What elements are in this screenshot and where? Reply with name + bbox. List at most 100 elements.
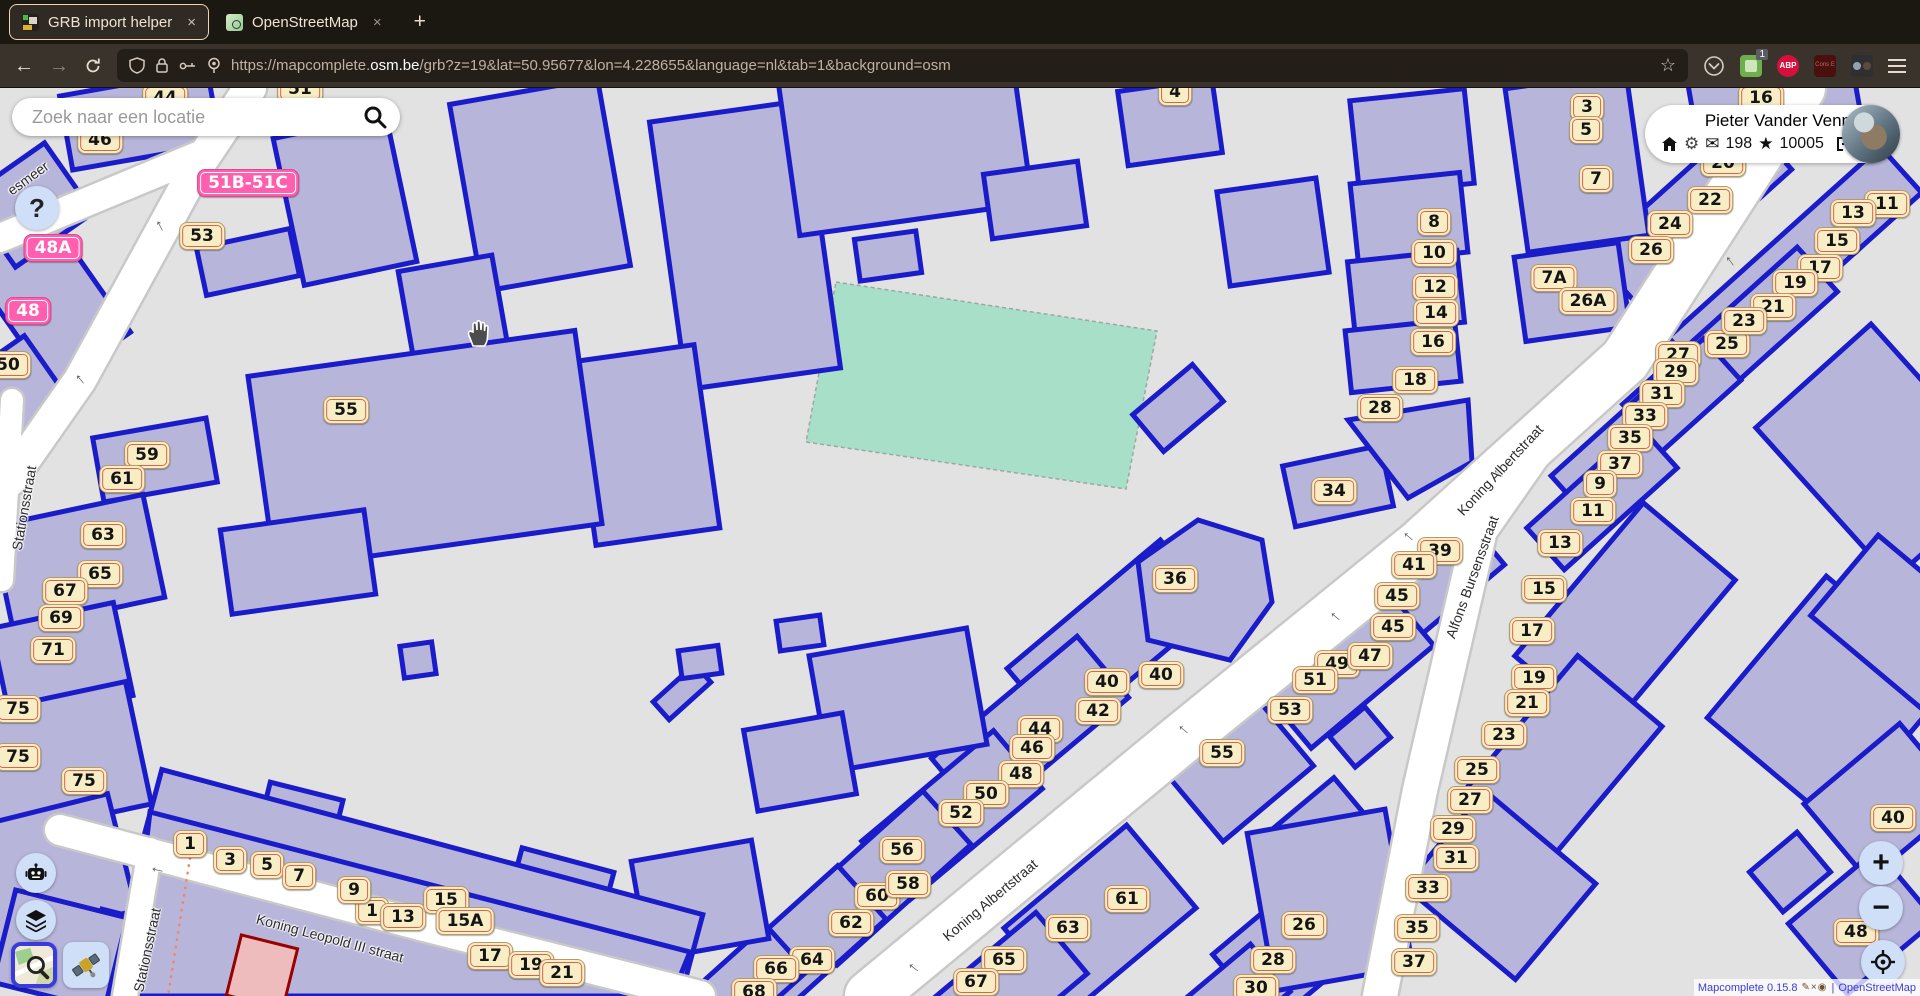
tab-grb-import-helper[interactable]: GRB import helper × (10, 5, 208, 39)
house-number-badge[interactable]: 1 (173, 830, 207, 858)
search-input[interactable] (30, 106, 362, 129)
house-number-badge[interactable]: 28 (1357, 394, 1403, 422)
user-avatar[interactable] (1842, 105, 1900, 163)
house-number-badge[interactable]: 25 (1454, 756, 1500, 784)
house-number-badge[interactable]: 55 (323, 396, 369, 424)
house-number-badge[interactable]: 11 (1570, 497, 1616, 525)
house-number-badge[interactable]: 8 (1417, 208, 1451, 236)
automaton-button[interactable] (16, 853, 56, 893)
reload-button[interactable] (84, 57, 102, 75)
house-number-badge[interactable]: 63 (1045, 914, 1091, 942)
house-number-badge[interactable]: 53 (179, 222, 225, 250)
house-number-badge[interactable]: 23 (1481, 721, 1527, 749)
house-number-badge[interactable]: 46 (1009, 734, 1055, 762)
house-number-badge[interactable]: 67 (953, 968, 999, 996)
zoom-out-button[interactable]: − (1859, 886, 1903, 930)
house-number-badge[interactable]: 12 (1412, 273, 1458, 301)
house-number-badge[interactable]: 47 (1347, 642, 1393, 670)
house-number-badge[interactable]: 75 (0, 743, 41, 771)
close-tab-icon[interactable]: × (187, 14, 196, 31)
location-search[interactable] (12, 98, 400, 136)
house-number-badge[interactable]: 68 (731, 978, 777, 996)
consent-extension-icon[interactable]: Cons E (1814, 55, 1836, 77)
house-number-badge[interactable]: 17 (467, 942, 513, 970)
house-number-badge[interactable]: 42 (1075, 697, 1121, 725)
house-number-badge[interactable]: 75 (0, 695, 41, 723)
house-number-badge[interactable]: 5 (250, 851, 284, 879)
house-number-badge[interactable]: 40 (1138, 661, 1184, 689)
house-number-badge[interactable]: 35 (1394, 914, 1440, 942)
house-number-badge[interactable]: 22 (1687, 186, 1733, 214)
house-number-badge[interactable]: 14 (1413, 299, 1459, 327)
house-number-badge[interactable]: 48A (24, 234, 83, 262)
house-number-badge[interactable]: 23 (1721, 307, 1767, 335)
house-number-badge[interactable]: 24 (1647, 210, 1693, 238)
house-number-badge[interactable]: 10 (1411, 239, 1457, 267)
house-number-badge[interactable]: 9 (1583, 470, 1617, 498)
permissions-icon[interactable] (179, 60, 197, 72)
house-number-badge[interactable]: 18 (1392, 366, 1438, 394)
house-number-badge[interactable]: 21 (1504, 689, 1550, 717)
house-number-badge[interactable]: 62 (828, 909, 874, 937)
close-tab-icon[interactable]: × (373, 14, 382, 31)
house-number-badge[interactable]: 48 (5, 297, 51, 325)
back-button[interactable]: ← (14, 56, 34, 76)
mapcomplete-version-link[interactable]: Mapcomplete 0.15.8 (1698, 982, 1798, 994)
house-number-badge[interactable]: 16 (1410, 328, 1456, 356)
house-number-badge[interactable]: 15A (436, 907, 495, 935)
openstreetmap-link[interactable]: OpenStreetMap (1838, 982, 1916, 994)
house-number-badge[interactable]: 33 (1405, 874, 1451, 902)
tab-openstreetmap[interactable]: OpenStreetMap × (214, 5, 394, 39)
house-number-badge[interactable]: 41 (1391, 551, 1437, 579)
house-number-badge[interactable]: 21 (539, 959, 585, 987)
house-number-badge[interactable]: 50 (0, 351, 31, 379)
house-number-badge[interactable]: 52 (938, 799, 984, 827)
adblock-icon[interactable]: ABP (1777, 55, 1799, 77)
house-number-badge[interactable]: 75 (61, 767, 107, 795)
house-number-badge[interactable]: 13 (380, 903, 426, 931)
house-number-badge[interactable]: 26 (1281, 911, 1327, 939)
house-number-badge[interactable]: 37 (1391, 948, 1437, 976)
house-number-badge[interactable]: 45 (1374, 582, 1420, 610)
background-aerial-button[interactable] (63, 942, 109, 988)
url-bar[interactable]: https://mapcomplete.osm.be/grb?z=19&lat=… (117, 49, 1688, 82)
house-number-badge[interactable]: 55 (1199, 739, 1245, 767)
messages-envelope-icon[interactable]: ✉ (1705, 134, 1719, 154)
house-number-badge[interactable]: 31 (1433, 844, 1479, 872)
new-tab-button[interactable]: + (414, 12, 426, 32)
house-number-badge[interactable]: 40 (1870, 804, 1916, 832)
menu-hamburger-icon[interactable] (1888, 59, 1906, 73)
house-number-badge[interactable]: 5 (1569, 116, 1603, 144)
house-number-badge[interactable]: 13 (1537, 529, 1583, 557)
house-number-badge[interactable]: 40 (1084, 668, 1130, 696)
house-number-badge[interactable]: 71 (30, 636, 76, 664)
house-number-badge[interactable]: 56 (879, 836, 925, 864)
house-number-badge[interactable]: 67 (42, 577, 88, 605)
house-number-badge[interactable]: 26A (1559, 287, 1618, 315)
house-number-badge[interactable]: 61 (99, 465, 145, 493)
background-osm-button[interactable] (11, 942, 57, 988)
house-number-badge[interactable]: 28 (1250, 946, 1296, 974)
pocket-icon[interactable] (1703, 55, 1725, 77)
shield-icon[interactable] (129, 57, 145, 74)
location-pin-icon[interactable] (207, 57, 221, 74)
house-number-badge[interactable]: 58 (885, 870, 931, 898)
house-number-badge[interactable]: 30 (1233, 974, 1279, 996)
house-number-badge[interactable]: 45 (1370, 613, 1416, 641)
house-number-badge[interactable]: 51B-51C (197, 169, 299, 197)
house-number-badge[interactable]: 9 (337, 876, 371, 904)
house-number-badge[interactable]: 53 (1267, 696, 1313, 724)
forward-button[interactable]: → (49, 56, 69, 76)
house-number-badge[interactable]: 13 (1830, 199, 1876, 227)
extension-icon[interactable]: 1 (1740, 55, 1762, 77)
home-icon[interactable] (1661, 136, 1678, 152)
house-number-badge[interactable]: 19 (1511, 664, 1557, 692)
house-number-badge[interactable]: 51 (1292, 666, 1338, 694)
geolocate-button[interactable] (1861, 940, 1905, 984)
house-number-badge[interactable]: 15 (1814, 227, 1860, 255)
house-number-badge[interactable]: 35 (1607, 424, 1653, 452)
house-number-badge[interactable]: 29 (1430, 815, 1476, 843)
lock-icon[interactable] (155, 57, 169, 74)
layers-button[interactable] (16, 900, 56, 940)
house-number-badge[interactable]: 69 (38, 604, 84, 632)
